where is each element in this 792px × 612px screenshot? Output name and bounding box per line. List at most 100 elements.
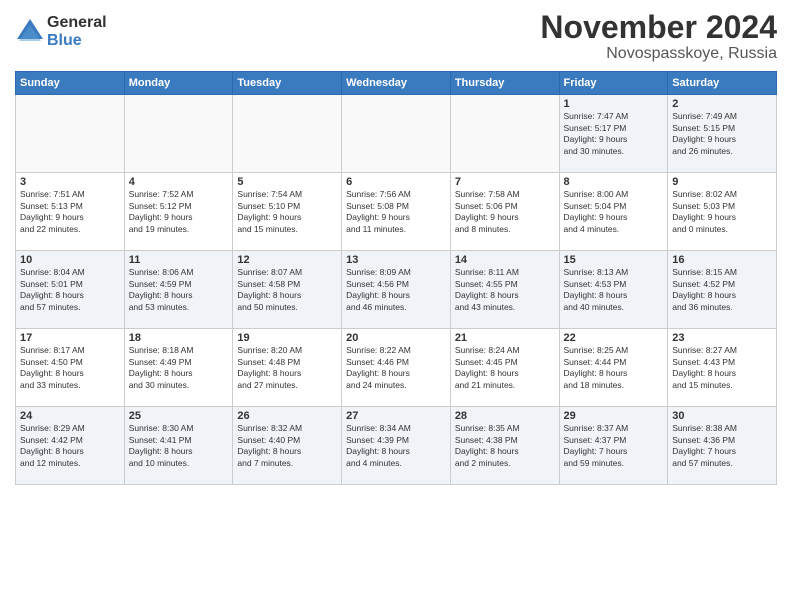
day-number: 7 (455, 176, 555, 188)
calendar-cell: 12Sunrise: 8:07 AM Sunset: 4:58 PM Dayli… (233, 251, 342, 329)
title-section: November 2024 Novospasskoye, Russia (540, 10, 777, 63)
calendar-cell: 2Sunrise: 7:49 AM Sunset: 5:15 PM Daylig… (668, 95, 777, 173)
calendar-cell: 3Sunrise: 7:51 AM Sunset: 5:13 PM Daylig… (16, 173, 125, 251)
header: General Blue November 2024 Novospasskoye… (15, 10, 777, 63)
calendar-week-5: 24Sunrise: 8:29 AM Sunset: 4:42 PM Dayli… (16, 407, 777, 485)
logo: General Blue (15, 14, 107, 49)
day-number: 24 (20, 410, 120, 422)
calendar-cell: 14Sunrise: 8:11 AM Sunset: 4:55 PM Dayli… (450, 251, 559, 329)
day-info: Sunrise: 8:07 AM Sunset: 4:58 PM Dayligh… (237, 267, 337, 313)
calendar-cell: 22Sunrise: 8:25 AM Sunset: 4:44 PM Dayli… (559, 329, 668, 407)
day-number: 18 (129, 332, 229, 344)
day-info: Sunrise: 7:58 AM Sunset: 5:06 PM Dayligh… (455, 189, 555, 235)
day-number: 28 (455, 410, 555, 422)
day-info: Sunrise: 8:17 AM Sunset: 4:50 PM Dayligh… (20, 345, 120, 391)
day-info: Sunrise: 8:25 AM Sunset: 4:44 PM Dayligh… (564, 345, 664, 391)
calendar-week-4: 17Sunrise: 8:17 AM Sunset: 4:50 PM Dayli… (16, 329, 777, 407)
day-number: 13 (346, 254, 446, 266)
calendar-cell: 10Sunrise: 8:04 AM Sunset: 5:01 PM Dayli… (16, 251, 125, 329)
calendar-cell: 17Sunrise: 8:17 AM Sunset: 4:50 PM Dayli… (16, 329, 125, 407)
day-info: Sunrise: 8:30 AM Sunset: 4:41 PM Dayligh… (129, 423, 229, 469)
day-number: 4 (129, 176, 229, 188)
calendar-cell (233, 95, 342, 173)
col-saturday: Saturday (668, 72, 777, 95)
calendar-cell: 19Sunrise: 8:20 AM Sunset: 4:48 PM Dayli… (233, 329, 342, 407)
day-info: Sunrise: 8:27 AM Sunset: 4:43 PM Dayligh… (672, 345, 772, 391)
day-info: Sunrise: 8:29 AM Sunset: 4:42 PM Dayligh… (20, 423, 120, 469)
day-number: 22 (564, 332, 664, 344)
calendar-week-3: 10Sunrise: 8:04 AM Sunset: 5:01 PM Dayli… (16, 251, 777, 329)
calendar-cell: 4Sunrise: 7:52 AM Sunset: 5:12 PM Daylig… (124, 173, 233, 251)
page: General Blue November 2024 Novospasskoye… (0, 0, 792, 612)
calendar-cell: 28Sunrise: 8:35 AM Sunset: 4:38 PM Dayli… (450, 407, 559, 485)
calendar-cell: 24Sunrise: 8:29 AM Sunset: 4:42 PM Dayli… (16, 407, 125, 485)
calendar-cell: 27Sunrise: 8:34 AM Sunset: 4:39 PM Dayli… (342, 407, 451, 485)
location: Novospasskoye, Russia (540, 45, 777, 63)
day-info: Sunrise: 8:38 AM Sunset: 4:36 PM Dayligh… (672, 423, 772, 469)
day-number: 6 (346, 176, 446, 188)
calendar-cell: 30Sunrise: 8:38 AM Sunset: 4:36 PM Dayli… (668, 407, 777, 485)
day-number: 30 (672, 410, 772, 422)
col-monday: Monday (124, 72, 233, 95)
calendar-cell (342, 95, 451, 173)
calendar-cell: 15Sunrise: 8:13 AM Sunset: 4:53 PM Dayli… (559, 251, 668, 329)
calendar-cell: 20Sunrise: 8:22 AM Sunset: 4:46 PM Dayli… (342, 329, 451, 407)
day-number: 16 (672, 254, 772, 266)
day-info: Sunrise: 8:34 AM Sunset: 4:39 PM Dayligh… (346, 423, 446, 469)
calendar-cell: 13Sunrise: 8:09 AM Sunset: 4:56 PM Dayli… (342, 251, 451, 329)
day-number: 26 (237, 410, 337, 422)
day-info: Sunrise: 8:22 AM Sunset: 4:46 PM Dayligh… (346, 345, 446, 391)
header-row: Sunday Monday Tuesday Wednesday Thursday… (16, 72, 777, 95)
calendar-cell: 25Sunrise: 8:30 AM Sunset: 4:41 PM Dayli… (124, 407, 233, 485)
day-info: Sunrise: 8:20 AM Sunset: 4:48 PM Dayligh… (237, 345, 337, 391)
day-info: Sunrise: 8:09 AM Sunset: 4:56 PM Dayligh… (346, 267, 446, 313)
day-number: 20 (346, 332, 446, 344)
month-title: November 2024 (540, 10, 777, 45)
col-tuesday: Tuesday (233, 72, 342, 95)
calendar-cell (124, 95, 233, 173)
day-number: 11 (129, 254, 229, 266)
col-sunday: Sunday (16, 72, 125, 95)
day-number: 14 (455, 254, 555, 266)
day-info: Sunrise: 8:24 AM Sunset: 4:45 PM Dayligh… (455, 345, 555, 391)
day-info: Sunrise: 7:56 AM Sunset: 5:08 PM Dayligh… (346, 189, 446, 235)
day-info: Sunrise: 7:49 AM Sunset: 5:15 PM Dayligh… (672, 111, 772, 157)
calendar-cell: 8Sunrise: 8:00 AM Sunset: 5:04 PM Daylig… (559, 173, 668, 251)
calendar-cell: 7Sunrise: 7:58 AM Sunset: 5:06 PM Daylig… (450, 173, 559, 251)
col-friday: Friday (559, 72, 668, 95)
day-number: 12 (237, 254, 337, 266)
calendar-cell: 9Sunrise: 8:02 AM Sunset: 5:03 PM Daylig… (668, 173, 777, 251)
logo-icon (15, 17, 45, 47)
day-number: 3 (20, 176, 120, 188)
day-number: 9 (672, 176, 772, 188)
calendar-cell: 1Sunrise: 7:47 AM Sunset: 5:17 PM Daylig… (559, 95, 668, 173)
day-number: 2 (672, 98, 772, 110)
calendar-table: Sunday Monday Tuesday Wednesday Thursday… (15, 71, 777, 485)
day-info: Sunrise: 7:52 AM Sunset: 5:12 PM Dayligh… (129, 189, 229, 235)
day-number: 23 (672, 332, 772, 344)
day-info: Sunrise: 8:18 AM Sunset: 4:49 PM Dayligh… (129, 345, 229, 391)
calendar-cell: 11Sunrise: 8:06 AM Sunset: 4:59 PM Dayli… (124, 251, 233, 329)
logo-general-text: General (47, 14, 107, 32)
day-number: 1 (564, 98, 664, 110)
day-number: 25 (129, 410, 229, 422)
calendar-cell: 29Sunrise: 8:37 AM Sunset: 4:37 PM Dayli… (559, 407, 668, 485)
day-info: Sunrise: 8:37 AM Sunset: 4:37 PM Dayligh… (564, 423, 664, 469)
calendar-week-1: 1Sunrise: 7:47 AM Sunset: 5:17 PM Daylig… (16, 95, 777, 173)
calendar-cell: 26Sunrise: 8:32 AM Sunset: 4:40 PM Dayli… (233, 407, 342, 485)
day-info: Sunrise: 7:54 AM Sunset: 5:10 PM Dayligh… (237, 189, 337, 235)
day-number: 10 (20, 254, 120, 266)
logo-text: General Blue (47, 14, 107, 49)
day-number: 5 (237, 176, 337, 188)
calendar-cell: 16Sunrise: 8:15 AM Sunset: 4:52 PM Dayli… (668, 251, 777, 329)
day-info: Sunrise: 7:47 AM Sunset: 5:17 PM Dayligh… (564, 111, 664, 157)
calendar-cell: 6Sunrise: 7:56 AM Sunset: 5:08 PM Daylig… (342, 173, 451, 251)
day-number: 27 (346, 410, 446, 422)
calendar-cell (450, 95, 559, 173)
logo-blue-text: Blue (47, 32, 107, 50)
calendar-cell: 18Sunrise: 8:18 AM Sunset: 4:49 PM Dayli… (124, 329, 233, 407)
day-number: 21 (455, 332, 555, 344)
day-info: Sunrise: 8:06 AM Sunset: 4:59 PM Dayligh… (129, 267, 229, 313)
day-info: Sunrise: 8:32 AM Sunset: 4:40 PM Dayligh… (237, 423, 337, 469)
calendar-cell: 21Sunrise: 8:24 AM Sunset: 4:45 PM Dayli… (450, 329, 559, 407)
